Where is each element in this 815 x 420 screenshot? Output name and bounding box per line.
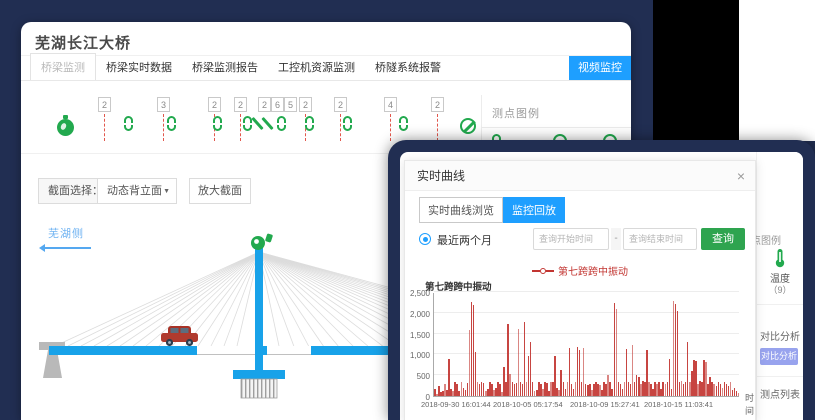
deck-gap <box>197 346 255 354</box>
gridline <box>434 291 739 292</box>
query-start-time-input[interactable] <box>533 228 609 250</box>
gridline <box>434 333 739 334</box>
legend-panel-title: 测点图例 <box>492 105 540 121</box>
x-tick-label: 2018-09-30 16:01:44 <box>421 400 491 409</box>
page-title: 芜湖长江大桥 <box>35 32 131 53</box>
x-tick-label: 2018-10-15 11:03:41 <box>644 400 713 409</box>
deck-gap <box>267 346 311 354</box>
red-dashed-line <box>340 114 341 141</box>
camera-icon[interactable] <box>251 233 273 250</box>
sensor-count-badge: 2 <box>258 97 271 112</box>
section-select-value: 动态背立面 <box>107 185 162 197</box>
chevron-down-icon: ▼ <box>163 179 170 205</box>
gridline <box>434 353 739 354</box>
vibration-chart: 第七跨跨中振动 05001,0001,5002,0002,500 2018-09… <box>405 279 755 419</box>
tab-工控机资源监测[interactable]: 工控机资源监测 <box>268 54 365 80</box>
temperature-count: （9） <box>757 283 803 296</box>
query-filter-row: 最近两个月 - 查询 <box>405 227 755 251</box>
red-dashed-line <box>104 114 105 141</box>
query-end-time-input[interactable] <box>623 228 697 250</box>
sensor-count-badge: 4 <box>384 97 397 112</box>
sensor-count-badge: 2 <box>234 97 247 112</box>
compare-analysis-button[interactable]: 对比分析 <box>760 348 798 365</box>
link-sensor-icon[interactable] <box>277 116 286 131</box>
red-dashed-line <box>390 114 391 141</box>
chart-bar <box>738 393 740 396</box>
dialog-body: 实时曲线浏览监控回放 最近两个月 - 查询 第七跨跨中振动 第七跨跨中振动 05… <box>405 191 755 420</box>
gridline <box>434 312 739 313</box>
dialog-tab-实时曲线浏览[interactable]: 实时曲线浏览 <box>419 197 503 223</box>
dialog-tabs: 实时曲线浏览监控回放 <box>419 197 565 223</box>
tab-桥隧系统报警[interactable]: 桥隧系统报警 <box>365 54 451 80</box>
dialog-titlebar: 实时曲线 × <box>405 161 755 191</box>
link-sensor-icon[interactable] <box>213 116 222 131</box>
legend-line <box>532 270 540 272</box>
point-list-header: 测点列表 <box>760 386 800 401</box>
modal-frame: 测点图例 温度 （9） 对比分析 对比分析 测点列表 实时曲线 × 实时曲线浏览… <box>388 140 815 420</box>
y-tick-label: 2,000 <box>405 310 430 319</box>
sensor-count-badge: 6 <box>271 97 284 112</box>
sensor-count-badge: 3 <box>157 97 170 112</box>
right-side-panel: 测点图例 温度 （9） 对比分析 对比分析 测点列表 <box>756 152 803 420</box>
y-tick-label: 1,500 <box>405 331 430 340</box>
legend-label: 第七跨跨中振动 <box>558 267 628 278</box>
y-tick-label: 2,500 <box>405 289 430 298</box>
main-tabbar: 桥梁监测桥梁实时数据桥梁监测报告工控机资源监测桥隧系统报警 <box>30 57 631 80</box>
link-sensor-icon[interactable] <box>343 116 352 131</box>
y-tick-label: 1,000 <box>405 351 430 360</box>
link-sensor-icon[interactable] <box>124 116 133 131</box>
bridge-pylon <box>255 246 263 378</box>
link-sensor-icon[interactable] <box>167 116 176 131</box>
radio-label: 最近两个月 <box>437 232 492 248</box>
red-dashed-line <box>163 114 164 141</box>
recent-two-months-radio[interactable] <box>419 233 431 245</box>
thermometer-icon[interactable] <box>774 248 786 268</box>
x-tick-label: 2018-10-05 05:17:54 <box>493 400 563 409</box>
chart-legend[interactable]: 第七跨跨中振动 <box>405 263 755 278</box>
link-sensor-icon[interactable] <box>399 116 408 131</box>
panel-divider <box>757 304 803 305</box>
sensor-count-badge: 2 <box>299 97 312 112</box>
stopwatch-icon[interactable] <box>57 119 74 136</box>
sensor-count-badge: 2 <box>334 97 347 112</box>
legend-panel-underline <box>481 127 631 128</box>
pier-cap <box>233 370 285 379</box>
sensor-count-badge: 2 <box>431 97 444 112</box>
compare-section-header: 对比分析 <box>760 328 800 343</box>
query-button[interactable]: 查询 <box>701 228 745 250</box>
red-dashed-line <box>437 114 438 141</box>
pier-foundation <box>241 379 277 398</box>
tab-桥梁监测[interactable]: 桥梁监测 <box>30 53 96 80</box>
tab-桥梁监测报告[interactable]: 桥梁监测报告 <box>182 54 268 80</box>
section-select-dropdown[interactable]: 动态背立面 ▼ <box>97 178 177 204</box>
panel-divider <box>757 376 803 377</box>
tabbar-divider <box>21 80 631 81</box>
red-dashed-line <box>240 114 241 141</box>
x-tick-label: 2018-10-09 15:27:41 <box>570 400 640 409</box>
sensor-count-badge: 2 <box>98 97 111 112</box>
legend-line <box>546 270 554 272</box>
modal-screenshot: 测点图例 温度 （9） 对比分析 对比分析 测点列表 实时曲线 × 实时曲线浏览… <box>400 152 803 420</box>
close-icon[interactable]: × <box>737 161 745 191</box>
sensor-count-badge: 2 <box>208 97 221 112</box>
realtime-curve-dialog: 实时曲线 × 实时曲线浏览监控回放 最近两个月 - 查询 第七跨跨中振动 第七 <box>404 160 756 420</box>
tab-桥梁实时数据[interactable]: 桥梁实时数据 <box>96 54 182 80</box>
dialog-title: 实时曲线 <box>417 161 465 191</box>
chart-plot-area <box>433 293 739 397</box>
link-sensor-icon[interactable] <box>305 116 314 131</box>
video-monitor-button[interactable]: 视频监控 <box>569 56 631 80</box>
zoom-section-button[interactable]: 放大截面 <box>189 178 251 204</box>
no-entry-icon[interactable] <box>460 118 476 134</box>
date-range-separator: - <box>611 228 621 250</box>
dialog-tab-监控回放[interactable]: 监控回放 <box>503 197 565 223</box>
backdrop-white-block <box>737 0 815 141</box>
x-axis-name: 时间 <box>745 391 755 417</box>
backdrop-black-block <box>653 0 737 141</box>
y-tick-label: 500 <box>405 372 430 381</box>
sensor-count-badge: 5 <box>284 97 297 112</box>
